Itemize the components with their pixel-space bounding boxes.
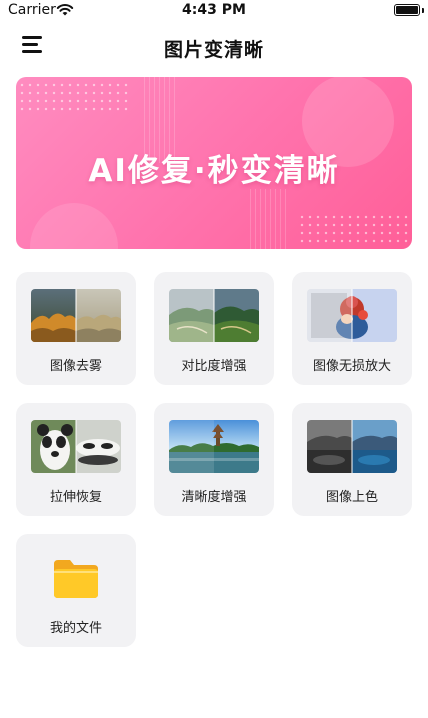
colorize-thumbnail-icon — [307, 420, 397, 473]
promo-banner[interactable]: AI修复·秒变清晰 — [16, 77, 412, 249]
tool-sharpen[interactable]: 清晰度增强 — [154, 403, 274, 516]
tool-label: 图像上色 — [325, 490, 378, 505]
battery-icon — [394, 4, 420, 16]
banner-decor-circle — [30, 203, 118, 249]
tool-my-files[interactable]: 我的文件 — [16, 534, 136, 647]
tool-label: 拉伸恢复 — [49, 490, 102, 505]
tool-label: 图像无损放大 — [312, 359, 391, 374]
tool-stretch[interactable]: 拉伸恢复 — [16, 403, 136, 516]
status-time: 4:43 PM — [182, 2, 246, 18]
tool-defog[interactable]: 图像去雾 — [16, 272, 136, 385]
tool-label: 清晰度增强 — [181, 490, 247, 505]
tool-label: 对比度增强 — [181, 359, 247, 374]
folder-icon — [54, 560, 98, 598]
tool-label: 图像去雾 — [49, 359, 102, 374]
defog-thumbnail-icon — [31, 289, 121, 342]
page-title: 图片变清晰 — [163, 39, 264, 61]
banner-decor-dots — [298, 213, 410, 243]
tool-colorize[interactable]: 图像上色 — [292, 403, 412, 516]
tool-upscale[interactable]: 图像无损放大 — [292, 272, 412, 385]
tool-contrast[interactable]: 对比度增强 — [154, 272, 274, 385]
status-bar: Carrier 4:43 PM — [0, 0, 428, 22]
stretch-thumbnail-icon — [31, 420, 121, 473]
banner-decor-dots — [18, 81, 130, 111]
contrast-thumbnail-icon — [169, 289, 259, 342]
banner-decor-stripes — [250, 189, 286, 249]
banner-text: AI修复·秒变清晰 — [88, 153, 340, 189]
sharpen-thumbnail-icon — [169, 420, 259, 473]
battery-cap — [422, 8, 424, 13]
nav-bar: 图片变清晰 — [0, 26, 428, 68]
upscale-thumbnail-icon — [307, 289, 397, 342]
tool-label: 我的文件 — [49, 621, 102, 636]
